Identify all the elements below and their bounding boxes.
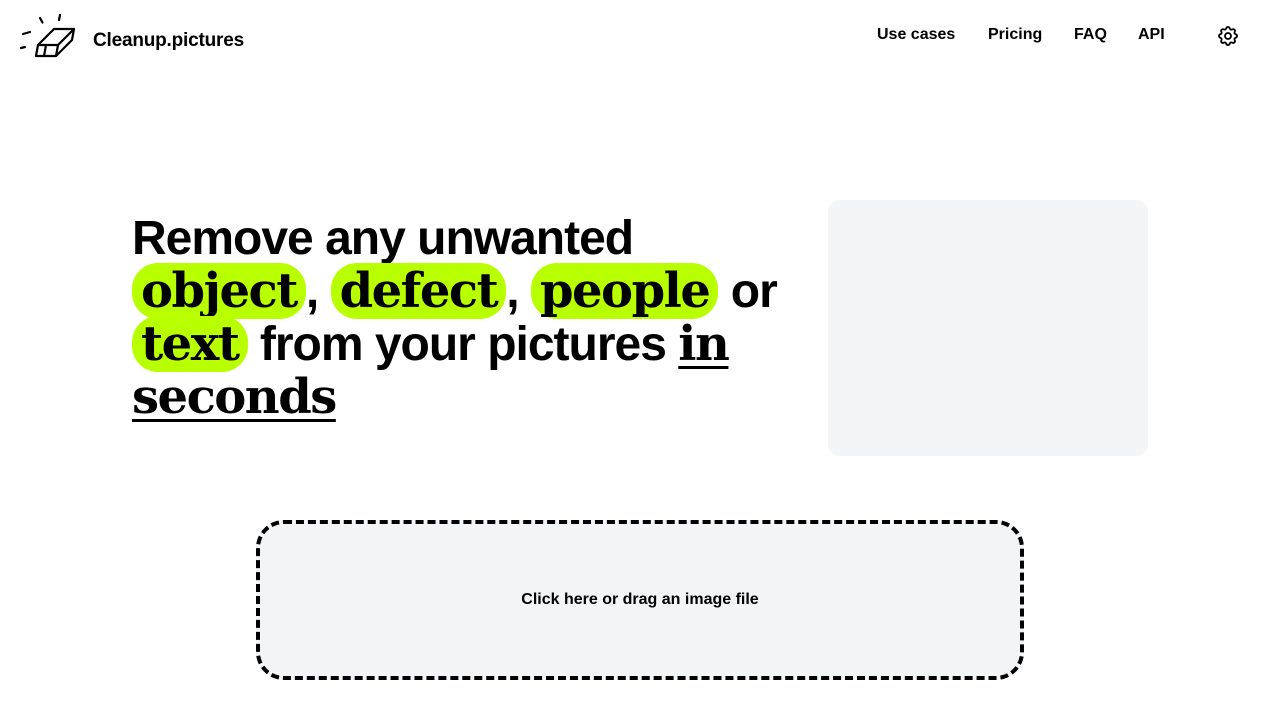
- underline-seconds: seconds: [132, 369, 337, 425]
- hero-headline: Remove any unwanted object, defect, peop…: [132, 212, 792, 424]
- main-nav: Use cases Pricing FAQ API: [0, 24, 1280, 48]
- demo-preview-placeholder: [828, 200, 1148, 456]
- headline-line-3: text from your pictures in: [132, 316, 792, 372]
- gear-icon: [1216, 24, 1240, 48]
- headline-comma: ,: [305, 265, 319, 318]
- settings-button[interactable]: [1216, 24, 1240, 48]
- image-upload-dropzone[interactable]: Click here or drag an image file: [256, 520, 1024, 680]
- upload-label: Click here or drag an image file: [521, 591, 759, 608]
- highlight-people: people: [530, 263, 719, 319]
- headline-comma: ,: [506, 265, 519, 318]
- highlight-text: text: [132, 316, 248, 372]
- highlight-object: object: [132, 263, 306, 319]
- nav-faq[interactable]: FAQ: [1074, 26, 1107, 44]
- headline-line-4: seconds: [132, 371, 792, 424]
- highlight-defect: defect: [330, 263, 507, 319]
- nav-use-cases[interactable]: Use cases: [877, 26, 955, 44]
- nav-pricing[interactable]: Pricing: [988, 26, 1042, 44]
- headline-line-1: Remove any unwanted: [132, 212, 634, 265]
- nav-api[interactable]: API: [1138, 26, 1165, 44]
- underline-in: in: [678, 316, 730, 372]
- headline-mid-text: from your pictures: [259, 318, 667, 371]
- headline-word-or: or: [730, 265, 778, 318]
- headline-line-2: object, defect, people or: [132, 263, 792, 319]
- page: Cleanup.pictures Use cases Pricing FAQ A…: [0, 0, 1280, 720]
